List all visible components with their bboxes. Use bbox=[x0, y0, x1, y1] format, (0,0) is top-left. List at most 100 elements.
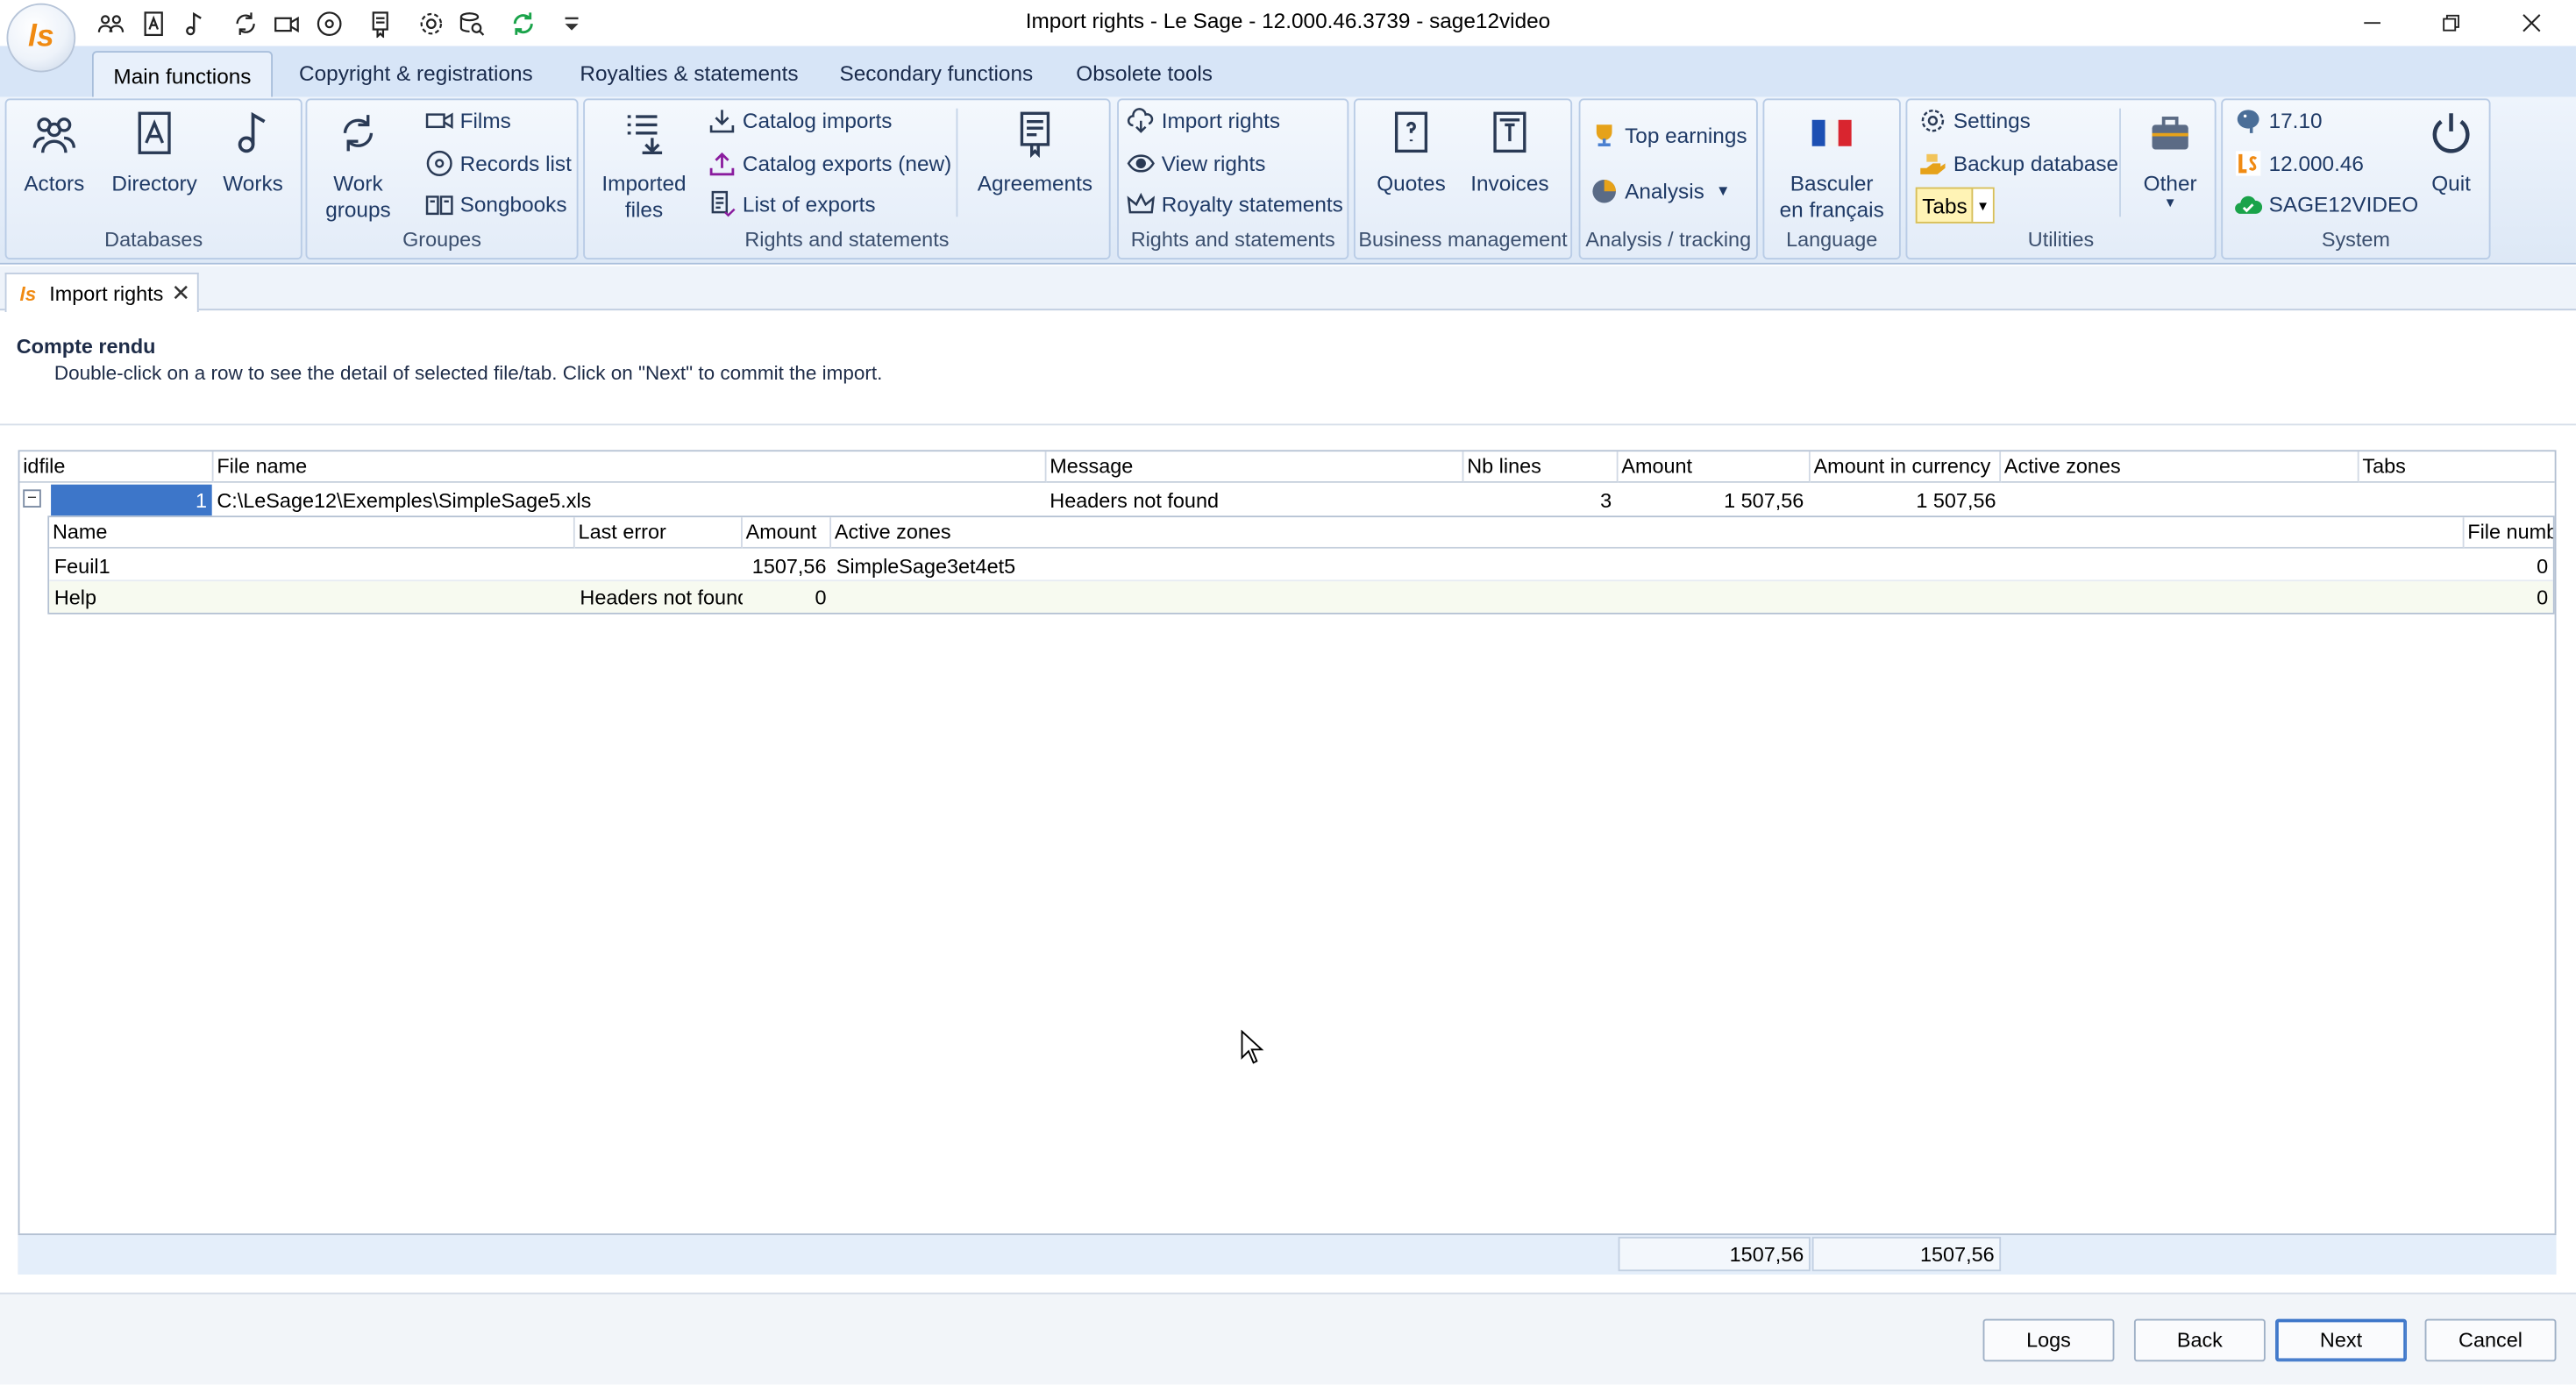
records-list-button[interactable]: Records list bbox=[425, 145, 572, 181]
basculer-label-2: en français bbox=[1779, 196, 1884, 222]
imported-files-button[interactable]: Imported files bbox=[594, 109, 693, 224]
column-header-amount[interactable]: Amount bbox=[1618, 451, 1811, 483]
catalog-exports-button[interactable]: Catalog exports (new) bbox=[708, 145, 951, 181]
detail-cell-last-error[interactable]: Headers not found bbox=[575, 581, 742, 613]
detail-header-amount[interactable]: Amount bbox=[742, 517, 832, 549]
royalty-statements-button[interactable]: Royalty statements bbox=[1127, 186, 1343, 222]
detail-cell-file-numb[interactable]: 0 bbox=[2465, 550, 2553, 582]
import-rights-label: Import rights bbox=[1161, 107, 1281, 132]
cell-message[interactable]: Headers not found bbox=[1045, 485, 1462, 516]
lesage-logo-icon: ls bbox=[19, 281, 37, 305]
cancel-button[interactable]: Cancel bbox=[2424, 1318, 2557, 1362]
directory-button[interactable]: Directory bbox=[105, 109, 203, 197]
works-label: Works bbox=[223, 170, 283, 195]
invoices-button[interactable]: Invoices bbox=[1465, 109, 1554, 197]
catalog-imports-button[interactable]: Catalog imports bbox=[708, 102, 893, 138]
detail-cell-name[interactable]: Help bbox=[49, 581, 575, 613]
detail-cell-amount[interactable]: 1507,56 bbox=[743, 550, 831, 582]
postgres-version-label: 17.10 bbox=[2268, 107, 2323, 132]
column-header-message[interactable]: Message bbox=[1046, 451, 1464, 483]
restore-button[interactable] bbox=[2412, 0, 2491, 46]
column-header-nb-lines[interactable]: Nb lines bbox=[1463, 451, 1619, 483]
document-tab-bar bbox=[0, 266, 2576, 311]
book-icon bbox=[425, 195, 453, 215]
upload-tray-icon bbox=[709, 151, 735, 175]
detail-cell-active-zones[interactable] bbox=[831, 581, 2464, 613]
catalog-imports-label: Catalog imports bbox=[742, 107, 893, 132]
other-button[interactable]: Other ▼ bbox=[2132, 109, 2208, 210]
list-of-exports-label: List of exports bbox=[742, 191, 876, 217]
download-tray-icon bbox=[709, 109, 735, 132]
postgres-version: 17.10 bbox=[2234, 102, 2323, 138]
group-label-language: Language bbox=[1786, 228, 1878, 252]
detail-cell-name[interactable]: Feuil1 bbox=[49, 550, 575, 582]
column-header-tabs[interactable]: Tabs bbox=[2359, 451, 2555, 483]
other-label: Other bbox=[2143, 170, 2197, 195]
tabs-select-value: Tabs bbox=[1922, 193, 1968, 218]
agreements-label: Agreements bbox=[977, 170, 1093, 195]
agreements-button[interactable]: Agreements bbox=[971, 109, 1099, 197]
detail-header-file-numb[interactable]: File numb bbox=[2464, 517, 2553, 549]
tab-royalties-statements[interactable]: Royalties & statements bbox=[580, 60, 798, 85]
films-button[interactable]: Films bbox=[425, 102, 511, 138]
quit-button[interactable]: Quit bbox=[2415, 109, 2487, 197]
tab-secondary-functions[interactable]: Secondary functions bbox=[839, 60, 1033, 85]
detail-header-last-error[interactable]: Last error bbox=[574, 517, 743, 549]
detail-cell-last-error[interactable] bbox=[575, 550, 743, 582]
list-import-icon bbox=[627, 115, 663, 154]
french-flag-icon bbox=[1811, 119, 1852, 146]
actors-button[interactable]: Actors bbox=[17, 109, 92, 197]
group-label-rights-2: Rights and statements bbox=[1130, 228, 1335, 252]
basculer-francais-button[interactable]: Basculer en français bbox=[1771, 109, 1893, 224]
backup-database-button[interactable]: Backup database bbox=[1918, 145, 2118, 181]
mouse-cursor-icon bbox=[1241, 1029, 1264, 1064]
pie-chart-icon bbox=[1592, 179, 1616, 202]
certificate-icon bbox=[1020, 111, 1050, 158]
quotes-button[interactable]: Quotes bbox=[1369, 109, 1454, 197]
column-header-active-zones[interactable]: Active zones bbox=[2001, 451, 2359, 483]
work-groups-label-1: Work bbox=[333, 170, 383, 195]
next-button[interactable]: Next bbox=[2275, 1318, 2407, 1362]
disc-icon bbox=[426, 149, 452, 176]
cell-nb-lines[interactable]: 3 bbox=[1462, 485, 1617, 516]
page-title: Compte rendu bbox=[16, 335, 156, 359]
cell-amount[interactable]: 1 507,56 bbox=[1617, 485, 1809, 516]
detail-cell-amount[interactable]: 0 bbox=[743, 581, 831, 613]
close-icon[interactable]: ✕ bbox=[171, 280, 190, 308]
column-header-idfile[interactable]: idfile bbox=[19, 451, 214, 483]
settings-button[interactable]: Settings bbox=[1918, 102, 2031, 138]
cell-idfile[interactable]: 1 bbox=[51, 484, 212, 516]
close-window-button[interactable] bbox=[2492, 0, 2571, 46]
collapse-row-icon[interactable]: − bbox=[23, 489, 41, 508]
detail-header-name[interactable]: Name bbox=[49, 517, 575, 549]
tab-obsolete-tools[interactable]: Obsolete tools bbox=[1076, 60, 1213, 85]
logs-button[interactable]: Logs bbox=[1982, 1318, 2115, 1362]
tab-copyright-registrations[interactable]: Copyright & registrations bbox=[299, 60, 533, 85]
column-header-file-name[interactable]: File name bbox=[213, 451, 1047, 483]
top-earnings-button[interactable]: Top earnings bbox=[1590, 117, 1747, 153]
work-groups-label-2: groups bbox=[325, 196, 391, 222]
column-header-amount-currency[interactable]: Amount in currency bbox=[1810, 451, 2002, 483]
tab-main-functions[interactable]: Main functions bbox=[91, 51, 274, 99]
quit-label: Quit bbox=[2431, 170, 2471, 195]
detail-cell-active-zones[interactable]: SimpleSage3et4et5 bbox=[831, 550, 2464, 582]
detail-cell-file-numb[interactable]: 0 bbox=[2465, 581, 2553, 613]
songbooks-button[interactable]: Songbooks bbox=[425, 186, 567, 222]
footer-amount-total: 1507,56 bbox=[1618, 1236, 1811, 1272]
work-groups-button[interactable]: Work groups bbox=[317, 109, 400, 224]
works-button[interactable]: Works bbox=[215, 109, 290, 197]
backup-database-label: Backup database bbox=[1953, 150, 2119, 175]
import-rights-button[interactable]: Import rights bbox=[1127, 102, 1280, 138]
tab-import-rights[interactable]: ls Import rights ✕ bbox=[4, 273, 199, 313]
tabs-select[interactable]: Tabs ▼ bbox=[1915, 187, 1995, 224]
cell-file-name[interactable]: C:\LeSage12\Exemples\SimpleSage5.xls bbox=[212, 485, 1045, 516]
view-rights-button[interactable]: View rights bbox=[1127, 145, 1265, 181]
minimize-button[interactable] bbox=[2333, 0, 2412, 46]
back-button[interactable]: Back bbox=[2133, 1318, 2266, 1362]
analysis-dropdown[interactable]: Analysis ▼ bbox=[1590, 173, 1731, 209]
detail-header-active-zones[interactable]: Active zones bbox=[831, 517, 2465, 549]
list-of-exports-button[interactable]: List of exports bbox=[708, 186, 876, 222]
divider bbox=[0, 423, 2576, 426]
cell-amount-currency[interactable]: 1 507,56 bbox=[1809, 485, 2001, 516]
app-logo-button[interactable]: ls bbox=[6, 3, 76, 73]
